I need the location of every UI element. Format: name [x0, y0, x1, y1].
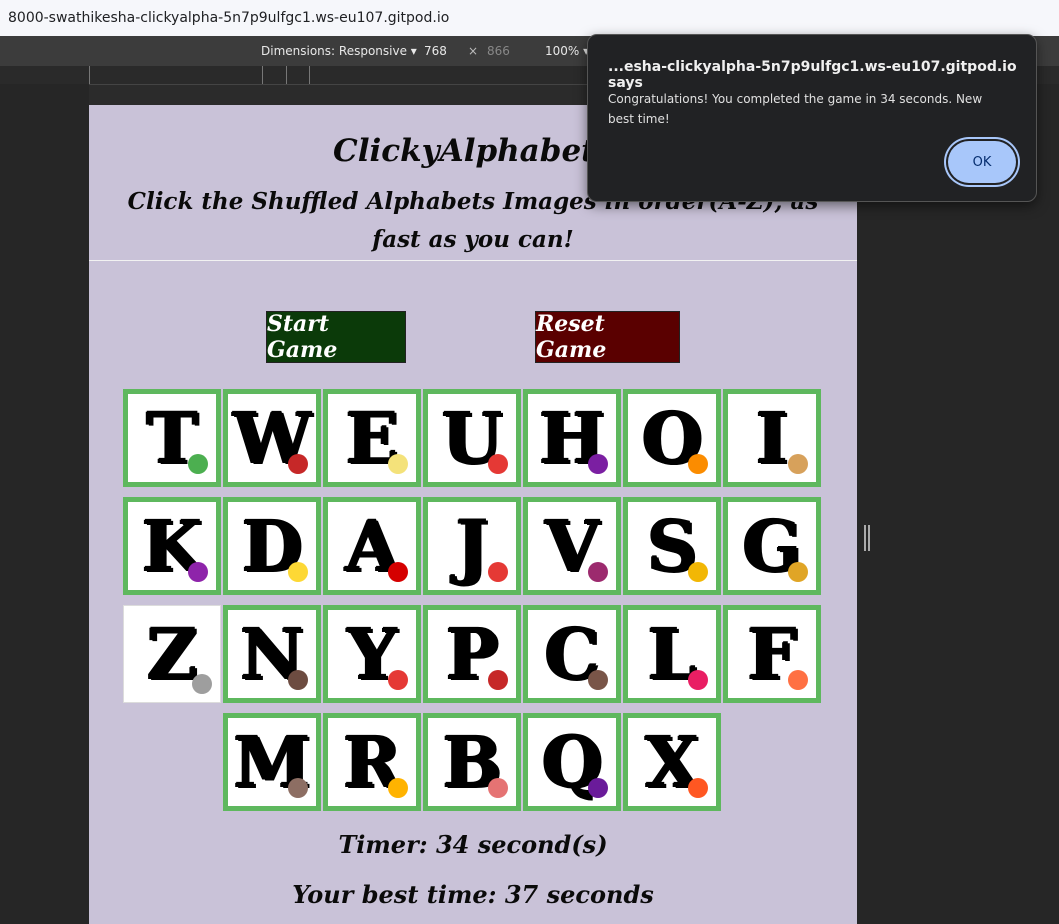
best-time-text: Your best time: 37 seconds	[292, 880, 654, 909]
tile-picture-icon	[788, 562, 808, 582]
tile-picture-icon	[388, 454, 408, 474]
tile-picture-icon	[688, 562, 708, 582]
alphabet-tile-w[interactable]: W	[223, 389, 321, 487]
address-bar[interactable]: 8000-swathikesha-clickyalpha-5n7p9ulfgc1…	[0, 0, 1059, 36]
alphabet-tile-b[interactable]: B	[423, 713, 521, 811]
tile-letter: J	[455, 504, 489, 587]
alphabet-tile-i[interactable]: I	[723, 389, 821, 487]
start-game-button[interactable]: Start Game	[266, 311, 406, 363]
tile-picture-icon	[288, 778, 308, 798]
viewport-gutter-right	[857, 84, 1059, 924]
width-input[interactable]: 768	[424, 44, 447, 58]
tile-picture-icon	[588, 778, 608, 798]
viewport-gutter-left	[0, 84, 89, 924]
tile-picture-icon	[588, 562, 608, 582]
alphabet-tile-t[interactable]: T	[123, 389, 221, 487]
tile-picture-icon	[192, 674, 212, 694]
app-page: ClickyAlphabets Click the Shuffled Alpha…	[89, 105, 857, 924]
alphabet-tile-v[interactable]: V	[523, 497, 621, 595]
viewport-resize-handle[interactable]	[864, 525, 870, 551]
dialog-message: Congratulations! You completed the game …	[608, 92, 983, 126]
alphabet-tile-y[interactable]: Y	[323, 605, 421, 703]
alphabet-tile-r[interactable]: R	[323, 713, 421, 811]
zoom-dropdown[interactable]: 100% ▾	[545, 44, 589, 58]
tile-picture-icon	[388, 670, 408, 690]
tile-picture-icon	[688, 778, 708, 798]
alphabet-tile-g[interactable]: G	[723, 497, 821, 595]
alphabet-tile-m[interactable]: M	[223, 713, 321, 811]
timer-text: Timer: 34 second(s)	[338, 830, 608, 859]
tile-picture-icon	[288, 670, 308, 690]
tile-picture-icon	[588, 454, 608, 474]
alphabet-tile-k[interactable]: K	[123, 497, 221, 595]
tile-picture-icon	[688, 454, 708, 474]
tile-letter: I	[755, 396, 789, 479]
alphabet-tile-z[interactable]: Z	[123, 605, 221, 703]
tile-picture-icon	[488, 454, 508, 474]
height-input[interactable]: 866	[487, 44, 510, 58]
dialog-title: ...esha-clickyalpha-5n7p9ulfgc1.ws-eu107…	[608, 59, 1017, 91]
times-symbol: ×	[468, 44, 479, 58]
tile-picture-icon	[288, 562, 308, 582]
alphabet-tile-p[interactable]: P	[423, 605, 521, 703]
alphabet-tile-e[interactable]: E	[323, 389, 421, 487]
tile-picture-icon	[188, 562, 208, 582]
url-text: 8000-swathikesha-clickyalpha-5n7p9ulfgc1…	[8, 10, 450, 26]
tile-picture-icon	[288, 454, 308, 474]
alphabet-tile-d[interactable]: D	[223, 497, 321, 595]
alphabet-tile-j[interactable]: J	[423, 497, 521, 595]
header-divider	[89, 260, 857, 261]
tile-picture-icon	[788, 454, 808, 474]
alphabet-tile-n[interactable]: N	[223, 605, 321, 703]
ok-button[interactable]: OK	[948, 141, 1016, 183]
alphabet-tile-u[interactable]: U	[423, 389, 521, 487]
alphabet-tile-q[interactable]: Q	[523, 713, 621, 811]
alphabet-tile-h[interactable]: H	[523, 389, 621, 487]
tile-picture-icon	[588, 670, 608, 690]
alert-dialog: ...esha-clickyalpha-5n7p9ulfgc1.ws-eu107…	[587, 34, 1037, 202]
alphabet-tile-f[interactable]: F	[723, 605, 821, 703]
alphabet-tile-s[interactable]: S	[623, 497, 721, 595]
tile-picture-icon	[488, 562, 508, 582]
tile-picture-icon	[488, 778, 508, 798]
reset-game-button[interactable]: Reset Game	[535, 311, 680, 363]
tile-picture-icon	[488, 670, 508, 690]
tile-picture-icon	[388, 778, 408, 798]
alphabet-tile-x[interactable]: X	[623, 713, 721, 811]
alphabet-tile-c[interactable]: C	[523, 605, 621, 703]
alphabet-tile-o[interactable]: O	[623, 389, 721, 487]
tile-picture-icon	[688, 670, 708, 690]
dimensions-dropdown[interactable]: Dimensions: Responsive ▾	[261, 44, 417, 58]
tile-picture-icon	[788, 670, 808, 690]
alphabet-tile-l[interactable]: L	[623, 605, 721, 703]
tile-picture-icon	[388, 562, 408, 582]
tile-picture-icon	[188, 454, 208, 474]
tile-letter: Z	[146, 612, 198, 695]
alphabet-tile-a[interactable]: A	[323, 497, 421, 595]
